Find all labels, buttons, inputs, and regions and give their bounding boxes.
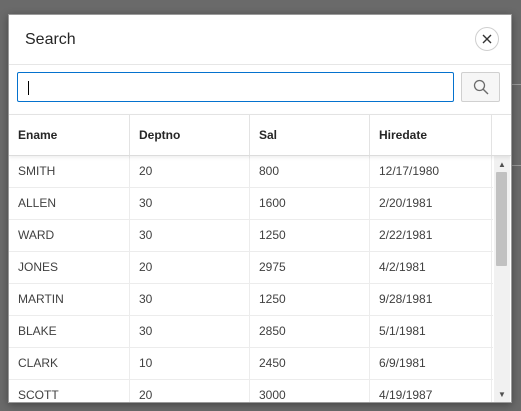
- cell-hiredate: 9/28/1981: [370, 284, 492, 315]
- scroll-up-arrow-icon[interactable]: ▲: [494, 158, 510, 172]
- cell-ename: WARD: [9, 220, 130, 251]
- table-body: SMITH 20 800 12/17/1980 ALLEN 30 1600 2/…: [9, 156, 493, 402]
- cell-hiredate: 5/1/1981: [370, 316, 492, 347]
- cell-sal: 2450: [250, 348, 370, 379]
- cell-ename: JONES: [9, 252, 130, 283]
- column-header-deptno[interactable]: Deptno: [130, 115, 250, 155]
- table-row[interactable]: WARD 30 1250 2/22/1981: [9, 220, 493, 252]
- search-row: [9, 65, 511, 113]
- table-row[interactable]: ALLEN 30 1600 2/20/1981: [9, 188, 493, 220]
- cell-sal: 1250: [250, 220, 370, 251]
- table-row[interactable]: SMITH 20 800 12/17/1980: [9, 156, 493, 188]
- table-row[interactable]: MARTIN 30 1250 9/28/1981: [9, 284, 493, 316]
- scrollbar-thumb[interactable]: [496, 172, 507, 266]
- cell-sal: 2850: [250, 316, 370, 347]
- text-caret: [28, 81, 29, 95]
- cell-ename: MARTIN: [9, 284, 130, 315]
- column-header-sal[interactable]: Sal: [250, 115, 370, 155]
- cell-ename: CLARK: [9, 348, 130, 379]
- dialog-header: Search: [9, 15, 511, 65]
- dialog-title: Search: [25, 31, 76, 48]
- cell-hiredate: 2/22/1981: [370, 220, 492, 251]
- cell-deptno: 20: [130, 380, 250, 402]
- cell-hiredate: 4/2/1981: [370, 252, 492, 283]
- cell-hiredate: 12/17/1980: [370, 156, 492, 187]
- table-row[interactable]: SCOTT 20 3000 4/19/1987: [9, 380, 493, 402]
- scroll-down-arrow-icon[interactable]: ▼: [494, 388, 510, 402]
- cell-sal: 1250: [250, 284, 370, 315]
- search-icon: [473, 79, 488, 95]
- cell-hiredate: 6/9/1981: [370, 348, 492, 379]
- cell-sal: 3000: [250, 380, 370, 402]
- table-row[interactable]: JONES 20 2975 4/2/1981: [9, 252, 493, 284]
- cell-deptno: 30: [130, 188, 250, 219]
- close-icon: [482, 34, 492, 44]
- cell-deptno: 20: [130, 252, 250, 283]
- search-button[interactable]: [461, 72, 500, 102]
- cell-ename: SMITH: [9, 156, 130, 187]
- column-header-ename[interactable]: Ename: [9, 115, 130, 155]
- cell-ename: SCOTT: [9, 380, 130, 402]
- table-row[interactable]: BLAKE 30 2850 5/1/1981: [9, 316, 493, 348]
- cell-ename: BLAKE: [9, 316, 130, 347]
- search-dialog: Search Ename Deptno Sal Hiredate SMITH 2…: [8, 14, 512, 403]
- cell-hiredate: 2/20/1981: [370, 188, 492, 219]
- cell-ename: ALLEN: [9, 188, 130, 219]
- cell-sal: 800: [250, 156, 370, 187]
- close-button[interactable]: [475, 27, 499, 51]
- cell-hiredate: 4/19/1987: [370, 380, 492, 402]
- column-header-hiredate[interactable]: Hiredate: [370, 115, 492, 155]
- cell-deptno: 30: [130, 316, 250, 347]
- table-header: Ename Deptno Sal Hiredate: [9, 114, 511, 156]
- cell-deptno: 30: [130, 220, 250, 251]
- table-row[interactable]: CLARK 10 2450 6/9/1981: [9, 348, 493, 380]
- cell-sal: 2975: [250, 252, 370, 283]
- cell-deptno: 10: [130, 348, 250, 379]
- cell-deptno: 20: [130, 156, 250, 187]
- cell-sal: 1600: [250, 188, 370, 219]
- vertical-scrollbar[interactable]: ▲ ▼: [494, 156, 510, 402]
- search-input[interactable]: [17, 72, 454, 102]
- cell-deptno: 30: [130, 284, 250, 315]
